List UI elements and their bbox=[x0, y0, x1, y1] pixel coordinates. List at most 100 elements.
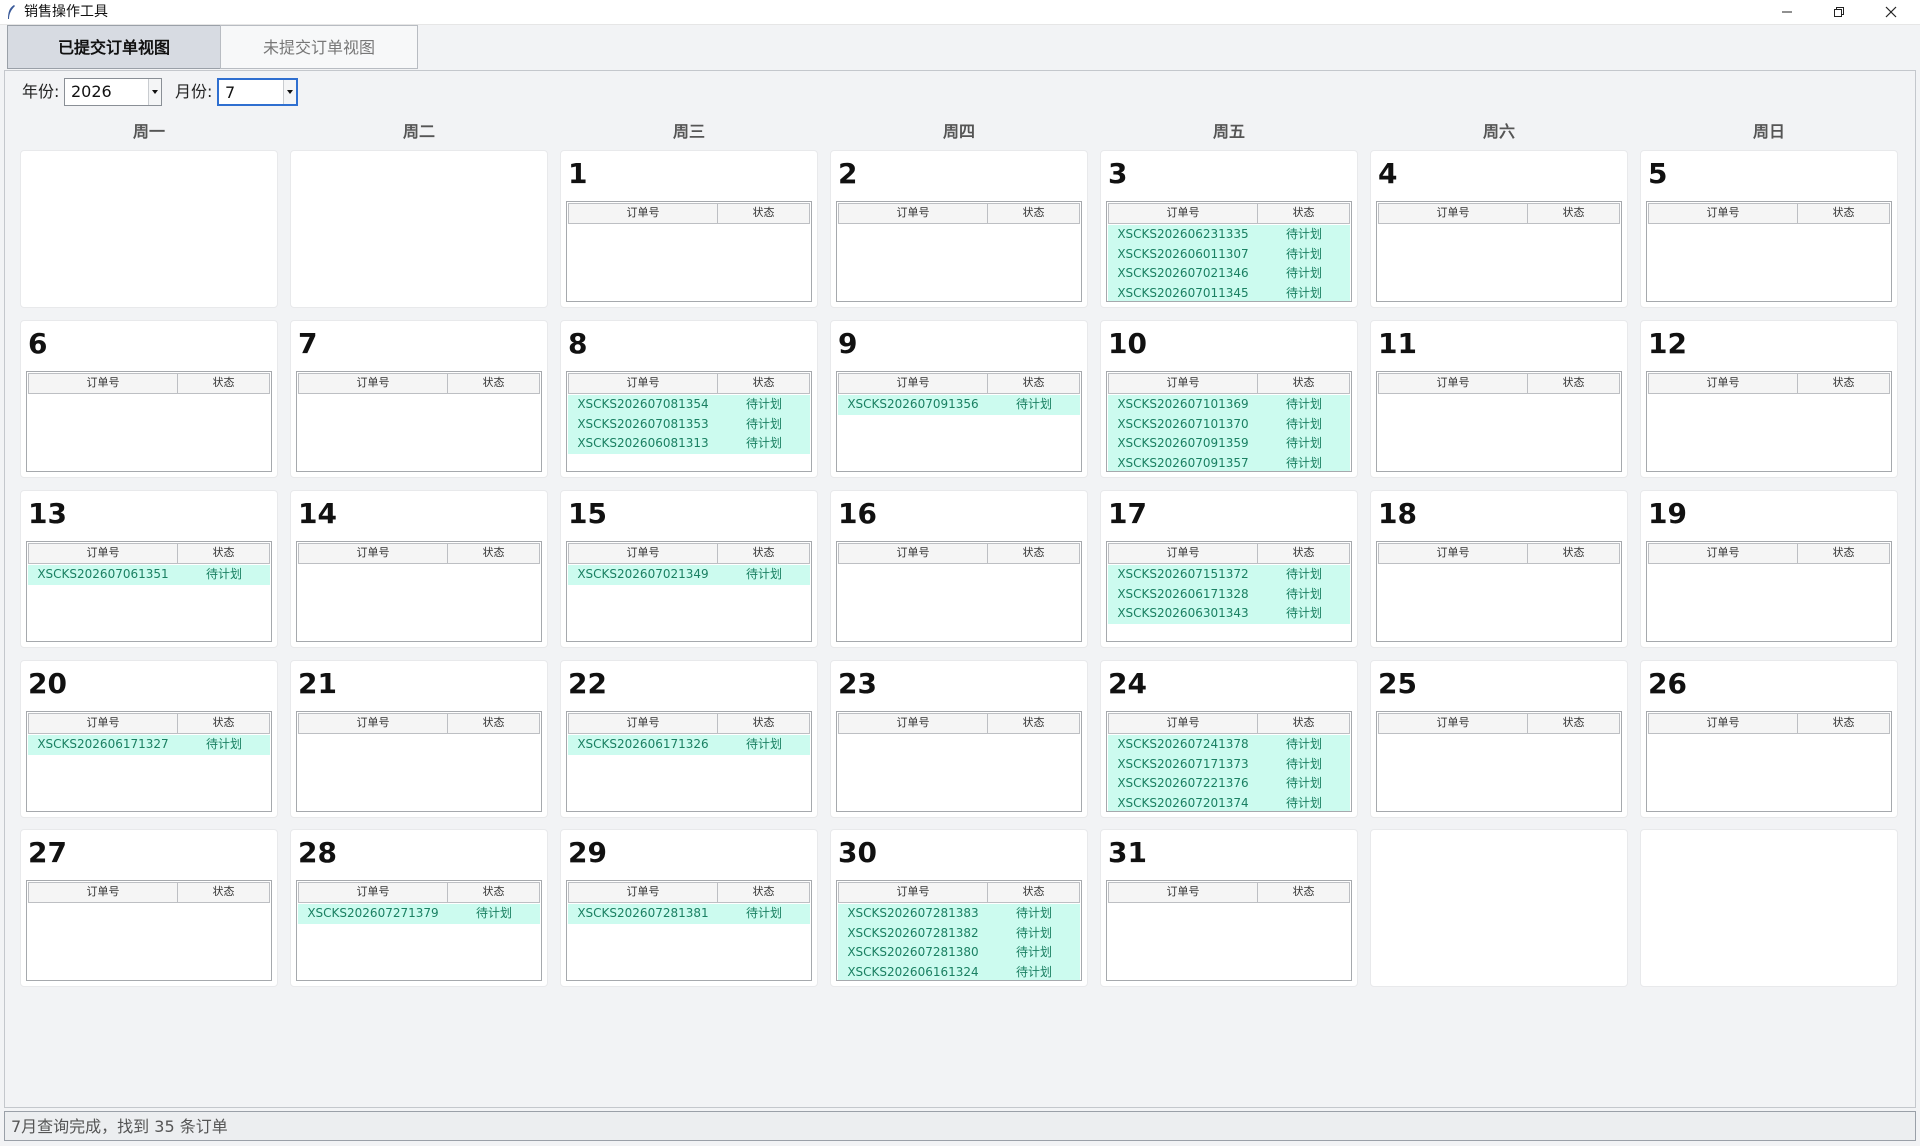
order-table[interactable]: 订单号 状态 XSCKS202607281383 待计划 XSCKS2026072813… bbox=[836, 880, 1082, 981]
table-row[interactable]: XSCKS202607151372 待计划 bbox=[1108, 565, 1350, 585]
order-table[interactable]: 订单号 状态 XSCKS202607061351 待计划 bbox=[26, 541, 272, 642]
table-row[interactable]: XSCKS202607281382 待计划 bbox=[838, 923, 1080, 943]
column-header-status[interactable]: 状态 bbox=[718, 373, 810, 394]
table-row[interactable]: XSCKS202606171328 待计划 bbox=[1108, 584, 1350, 604]
column-header-status[interactable]: 状态 bbox=[178, 713, 270, 734]
tab-submitted-orders[interactable]: 已提交订单视图 bbox=[7, 25, 221, 69]
column-header-order[interactable]: 订单号 bbox=[298, 373, 448, 394]
order-table[interactable]: 订单号 状态 bbox=[296, 711, 542, 812]
column-header-order[interactable]: 订单号 bbox=[28, 373, 178, 394]
column-header-status[interactable]: 状态 bbox=[718, 543, 810, 564]
table-row[interactable]: XSCKS202607201374 待计划 bbox=[1108, 793, 1350, 811]
minimize-button[interactable] bbox=[1762, 0, 1812, 24]
column-header-status[interactable]: 状态 bbox=[988, 882, 1080, 903]
column-header-order[interactable]: 订单号 bbox=[568, 373, 718, 394]
year-dropdown-arrow[interactable] bbox=[148, 79, 161, 105]
order-table[interactable]: 订单号 状态 bbox=[296, 371, 542, 472]
table-row[interactable]: XSCKS202607091356 待计划 bbox=[838, 395, 1080, 415]
column-header-status[interactable]: 状态 bbox=[1798, 713, 1890, 734]
order-table[interactable]: 订单号 状态 XSCKS202607101369 待计划 XSCKS2026071013… bbox=[1106, 371, 1352, 472]
order-table[interactable]: 订单号 状态 bbox=[836, 201, 1082, 302]
column-header-status[interactable]: 状态 bbox=[448, 543, 540, 564]
column-header-order[interactable]: 订单号 bbox=[1108, 203, 1258, 224]
year-select[interactable]: 2026 bbox=[64, 78, 162, 106]
table-row[interactable]: XSCKS202607061351 待计划 bbox=[28, 565, 270, 585]
column-header-status[interactable]: 状态 bbox=[718, 882, 810, 903]
table-row[interactable]: XSCKS202607021349 待计划 bbox=[568, 565, 810, 585]
column-header-order[interactable]: 订单号 bbox=[298, 543, 448, 564]
order-table[interactable]: 订单号 状态 bbox=[836, 711, 1082, 812]
table-row[interactable]: XSCKS202606301343 待计划 bbox=[1108, 604, 1350, 624]
table-row[interactable]: XSCKS202606161324 待计划 bbox=[838, 962, 1080, 980]
order-table[interactable]: 订单号 状态 bbox=[1376, 201, 1622, 302]
order-table[interactable]: 订单号 状态 XSCKS202607021349 待计划 bbox=[566, 541, 812, 642]
order-table[interactable]: 订单号 状态 bbox=[26, 880, 272, 981]
table-row[interactable]: XSCKS202607011345 待计划 bbox=[1108, 283, 1350, 301]
order-table[interactable]: 订单号 状态 bbox=[296, 541, 542, 642]
table-row[interactable]: XSCKS202606171327 待计划 bbox=[28, 735, 270, 755]
order-table[interactable]: 订单号 状态 XSCKS202607241378 待计划 XSCKS2026071713… bbox=[1106, 711, 1352, 812]
table-row[interactable]: XSCKS202607091359 待计划 bbox=[1108, 434, 1350, 454]
column-header-order[interactable]: 订单号 bbox=[568, 882, 718, 903]
column-header-status[interactable]: 状态 bbox=[1528, 373, 1620, 394]
table-row[interactable]: XSCKS202606231335 待计划 bbox=[1108, 225, 1350, 245]
order-table[interactable]: 订单号 状态 bbox=[1646, 541, 1892, 642]
order-table[interactable]: 订单号 状态 bbox=[836, 541, 1082, 642]
column-header-status[interactable]: 状态 bbox=[988, 543, 1080, 564]
column-header-order[interactable]: 订单号 bbox=[298, 882, 448, 903]
column-header-status[interactable]: 状态 bbox=[1258, 543, 1350, 564]
table-row[interactable]: XSCKS202607171373 待计划 bbox=[1108, 754, 1350, 774]
column-header-status[interactable]: 状态 bbox=[178, 373, 270, 394]
column-header-status[interactable]: 状态 bbox=[178, 882, 270, 903]
column-header-order[interactable]: 订单号 bbox=[1108, 373, 1258, 394]
table-row[interactable]: XSCKS202607281380 待计划 bbox=[838, 943, 1080, 963]
column-header-order[interactable]: 订单号 bbox=[838, 373, 988, 394]
order-table[interactable]: 订单号 状态 XSCKS202607271379 待计划 bbox=[296, 880, 542, 981]
column-header-order[interactable]: 订单号 bbox=[1108, 882, 1258, 903]
order-table[interactable]: 订单号 状态 bbox=[1646, 371, 1892, 472]
column-header-status[interactable]: 状态 bbox=[1798, 203, 1890, 224]
order-table[interactable]: 订单号 状态 bbox=[1376, 711, 1622, 812]
column-header-order[interactable]: 订单号 bbox=[1378, 373, 1528, 394]
column-header-order[interactable]: 订单号 bbox=[298, 713, 448, 734]
column-header-status[interactable]: 状态 bbox=[448, 713, 540, 734]
order-table[interactable]: 订单号 状态 bbox=[26, 371, 272, 472]
column-header-status[interactable]: 状态 bbox=[448, 882, 540, 903]
column-header-status[interactable]: 状态 bbox=[718, 713, 810, 734]
close-button[interactable] bbox=[1866, 0, 1916, 24]
order-table[interactable]: 订单号 状态 bbox=[1376, 541, 1622, 642]
order-table[interactable]: 订单号 状态 XSCKS202607081354 待计划 XSCKS2026070813… bbox=[566, 371, 812, 472]
order-table[interactable]: 订单号 状态 XSCKS202606171326 待计划 bbox=[566, 711, 812, 812]
tab-unsubmitted-orders[interactable]: 未提交订单视图 bbox=[220, 25, 418, 69]
column-header-status[interactable]: 状态 bbox=[1798, 543, 1890, 564]
column-header-order[interactable]: 订单号 bbox=[1648, 713, 1798, 734]
table-row[interactable]: XSCKS202607221376 待计划 bbox=[1108, 774, 1350, 794]
order-table[interactable]: 订单号 状态 XSCKS202607281381 待计划 bbox=[566, 880, 812, 981]
column-header-status[interactable]: 状态 bbox=[1528, 713, 1620, 734]
order-table[interactable]: 订单号 状态 bbox=[1646, 201, 1892, 302]
column-header-order[interactable]: 订单号 bbox=[838, 882, 988, 903]
column-header-status[interactable]: 状态 bbox=[988, 203, 1080, 224]
column-header-status[interactable]: 状态 bbox=[988, 373, 1080, 394]
column-header-status[interactable]: 状态 bbox=[1528, 543, 1620, 564]
order-table[interactable]: 订单号 状态 bbox=[1376, 371, 1622, 472]
month-dropdown-arrow[interactable] bbox=[283, 80, 296, 104]
column-header-order[interactable]: 订单号 bbox=[1648, 373, 1798, 394]
column-header-order[interactable]: 订单号 bbox=[838, 203, 988, 224]
column-header-order[interactable]: 订单号 bbox=[1378, 713, 1528, 734]
column-header-status[interactable]: 状态 bbox=[1798, 373, 1890, 394]
month-select[interactable]: 7 bbox=[217, 78, 298, 106]
table-row[interactable]: XSCKS202606011307 待计划 bbox=[1108, 244, 1350, 264]
column-header-order[interactable]: 订单号 bbox=[568, 543, 718, 564]
table-row[interactable]: XSCKS202607101369 待计划 bbox=[1108, 395, 1350, 415]
column-header-order[interactable]: 订单号 bbox=[28, 543, 178, 564]
column-header-status[interactable]: 状态 bbox=[988, 713, 1080, 734]
column-header-order[interactable]: 订单号 bbox=[568, 713, 718, 734]
column-header-order[interactable]: 订单号 bbox=[1378, 203, 1528, 224]
column-header-status[interactable]: 状态 bbox=[1258, 373, 1350, 394]
column-header-status[interactable]: 状态 bbox=[1258, 203, 1350, 224]
table-row[interactable]: XSCKS202606081313 待计划 bbox=[568, 434, 810, 454]
table-row[interactable]: XSCKS202607281381 待计划 bbox=[568, 904, 810, 924]
order-table[interactable]: 订单号 状态 XSCKS202607151372 待计划 XSCKS2026061713… bbox=[1106, 541, 1352, 642]
column-header-order[interactable]: 订单号 bbox=[568, 203, 718, 224]
